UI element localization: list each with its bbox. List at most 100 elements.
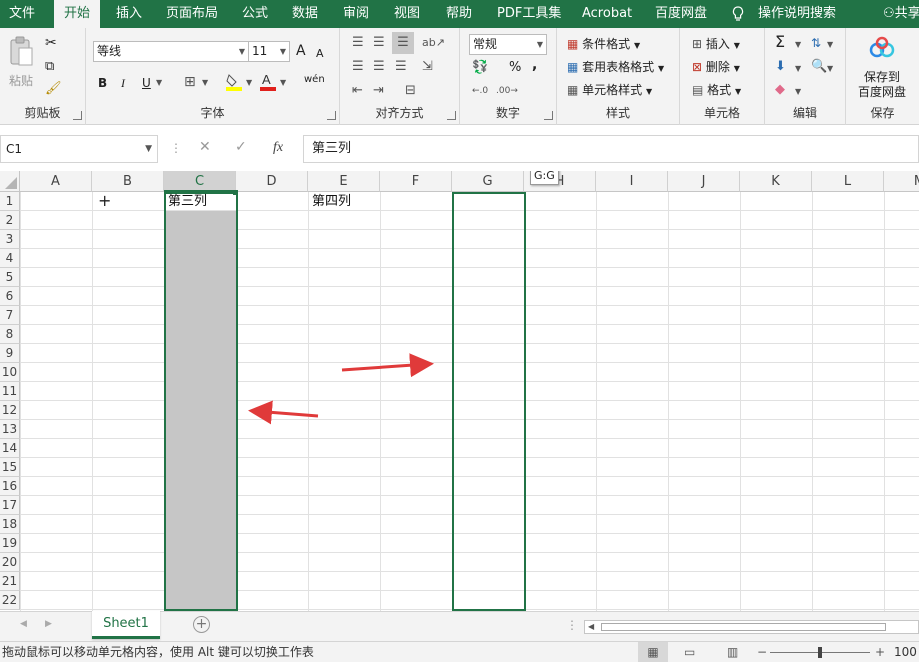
- conditional-format-button[interactable]: ▦ 条件格式 ▼: [567, 35, 640, 55]
- format-cells-button[interactable]: ▤ 格式 ▼: [692, 81, 741, 101]
- font-size-select[interactable]: 11 ▼: [248, 41, 290, 62]
- chevron-down-icon[interactable]: ▼: [827, 60, 833, 78]
- chevron-down-icon: ▼: [658, 64, 665, 73]
- font-color-icon[interactable]: A: [259, 72, 277, 92]
- chevron-down-icon[interactable]: ▼: [795, 60, 801, 78]
- decrease-decimal-icon[interactable]: .00→: [496, 82, 518, 100]
- alignment-launcher-icon[interactable]: [447, 111, 456, 120]
- scroll-right-icon[interactable]: ▶: [45, 619, 52, 629]
- formula-controls: ✕ ✓ fx: [185, 135, 300, 163]
- cancel-icon[interactable]: ✕: [199, 139, 211, 155]
- formula-bar: C1 ▼ ⋮ ✕ ✓ fx 第三列: [0, 135, 919, 163]
- orientation-icon[interactable]: ab↗: [422, 34, 445, 52]
- wrap-text-icon[interactable]: ⇲: [422, 58, 433, 76]
- zoom-slider[interactable]: [770, 647, 870, 658]
- underline-button[interactable]: U: [142, 74, 151, 92]
- fill-color-icon[interactable]: [225, 72, 243, 92]
- chevron-down-icon[interactable]: ▼: [156, 74, 162, 92]
- save-to-line2[interactable]: 百度网盘: [858, 83, 906, 101]
- tell-me-search[interactable]: 操作说明搜索: [758, 0, 836, 28]
- copy-icon[interactable]: ⧉: [45, 58, 54, 76]
- tab-help[interactable]: 帮助: [446, 0, 472, 28]
- font-launcher-icon[interactable]: [327, 111, 336, 120]
- increase-decimal-icon[interactable]: ←.0: [472, 82, 488, 100]
- sheet-tab-sheet1[interactable]: Sheet1: [92, 611, 160, 639]
- tab-formulas[interactable]: 公式: [242, 0, 268, 28]
- number-format-select[interactable]: 常规 ▼: [469, 34, 547, 55]
- clipboard-launcher-icon[interactable]: [73, 111, 82, 120]
- paste-label[interactable]: 粘贴: [9, 72, 33, 90]
- border-icon[interactable]: ⊞: [184, 73, 196, 91]
- phonetic-icon[interactable]: wén: [304, 71, 325, 89]
- number-launcher-icon[interactable]: [544, 111, 553, 120]
- align-middle-icon[interactable]: ☰: [373, 34, 385, 52]
- cut-icon[interactable]: ✂: [45, 34, 57, 52]
- decrease-indent-icon[interactable]: ⇤: [352, 82, 363, 100]
- cell-styles-button[interactable]: ▦ 单元格样式 ▼: [567, 81, 652, 101]
- merge-center-icon[interactable]: ⊟: [405, 82, 416, 100]
- align-bottom-icon[interactable]: ☰: [392, 32, 414, 54]
- italic-button[interactable]: I: [121, 74, 125, 92]
- tab-acrobat[interactable]: Acrobat: [582, 0, 632, 28]
- scrollbar-thumb[interactable]: [601, 623, 886, 631]
- paste-icon[interactable]: [8, 36, 34, 68]
- format-as-table-button[interactable]: ▦ 套用表格格式 ▼: [567, 58, 664, 78]
- tab-pdf-tools[interactable]: PDF工具集: [497, 0, 561, 28]
- comma-button[interactable]: ,: [532, 56, 537, 74]
- tab-page-layout[interactable]: 页面布局: [166, 0, 218, 28]
- tab-view[interactable]: 视图: [394, 0, 420, 28]
- percent-button[interactable]: %: [509, 59, 521, 77]
- currency-icon[interactable]: 💱: [472, 59, 488, 77]
- horizontal-scrollbar[interactable]: ◀: [584, 620, 919, 634]
- find-select-icon[interactable]: 🔍: [811, 58, 827, 76]
- chevron-down-icon[interactable]: ▼: [795, 36, 801, 54]
- tab-review[interactable]: 审阅: [343, 0, 369, 28]
- align-left-icon[interactable]: ☰: [352, 58, 364, 76]
- chevron-down-icon[interactable]: ▼: [795, 83, 801, 101]
- zoom-slider-thumb[interactable]: [818, 647, 822, 658]
- align-right-icon[interactable]: ☰: [395, 58, 407, 76]
- baidu-netdisk-icon[interactable]: [868, 36, 896, 60]
- insert-cells-button[interactable]: ⊞ 插入 ▼: [692, 35, 740, 55]
- scroll-left-icon[interactable]: ◀: [588, 622, 594, 631]
- scroll-left-icon[interactable]: ◀: [20, 619, 27, 629]
- insert-function-button[interactable]: fx: [273, 140, 283, 156]
- page-layout-view-icon[interactable]: ▭: [684, 642, 695, 662]
- increase-font-icon[interactable]: A: [296, 42, 306, 60]
- chevron-down-icon[interactable]: ▼: [202, 74, 208, 92]
- chevron-down-icon[interactable]: ▼: [246, 74, 252, 92]
- font-name-select[interactable]: 等线 ▼: [93, 41, 249, 62]
- add-sheet-icon[interactable]: +: [193, 616, 210, 633]
- sort-filter-icon[interactable]: ⇅: [811, 34, 821, 52]
- delete-cells-button[interactable]: ⊠ 删除 ▼: [692, 58, 740, 78]
- align-top-icon[interactable]: ☰: [352, 34, 364, 52]
- confirm-icon[interactable]: ✓: [235, 139, 247, 155]
- increase-indent-icon[interactable]: ⇥: [373, 82, 384, 100]
- tab-home[interactable]: 开始: [54, 0, 101, 30]
- tab-baidu-netdisk[interactable]: 百度网盘: [655, 0, 707, 28]
- conditional-format-label: 条件格式: [582, 37, 631, 51]
- tab-data[interactable]: 数据: [292, 0, 318, 28]
- align-center-icon[interactable]: ☰: [373, 58, 385, 76]
- bold-button[interactable]: B: [98, 74, 107, 92]
- share-button[interactable]: ⚇共享: [883, 0, 919, 28]
- conditional-format-icon: ▦: [567, 37, 579, 51]
- page-break-view-icon[interactable]: ▥: [727, 642, 738, 662]
- sheet-tab-label: Sheet1: [103, 616, 149, 631]
- zoom-level[interactable]: 100: [894, 642, 917, 662]
- format-painter-icon[interactable]: 🖌: [45, 80, 62, 98]
- chevron-down-icon[interactable]: ▼: [827, 36, 833, 54]
- clear-icon[interactable]: ◆: [775, 81, 785, 99]
- autosum-icon[interactable]: Σ: [775, 33, 785, 51]
- tab-insert[interactable]: 插入: [116, 0, 142, 28]
- name-box[interactable]: C1 ▼: [0, 135, 158, 163]
- decrease-font-icon[interactable]: A: [316, 45, 324, 63]
- fill-icon[interactable]: ⬇: [775, 58, 786, 76]
- zoom-out-icon[interactable]: −: [757, 642, 767, 662]
- spreadsheet-grid[interactable]: ABCDEFGHIJKLM 12345678910111213141516171…: [0, 171, 919, 611]
- normal-view-icon[interactable]: ▦: [638, 642, 668, 662]
- chevron-down-icon[interactable]: ▼: [280, 74, 286, 92]
- zoom-in-icon[interactable]: +: [875, 642, 885, 662]
- formula-input[interactable]: 第三列: [303, 135, 919, 163]
- tab-file[interactable]: 文件: [9, 0, 35, 28]
